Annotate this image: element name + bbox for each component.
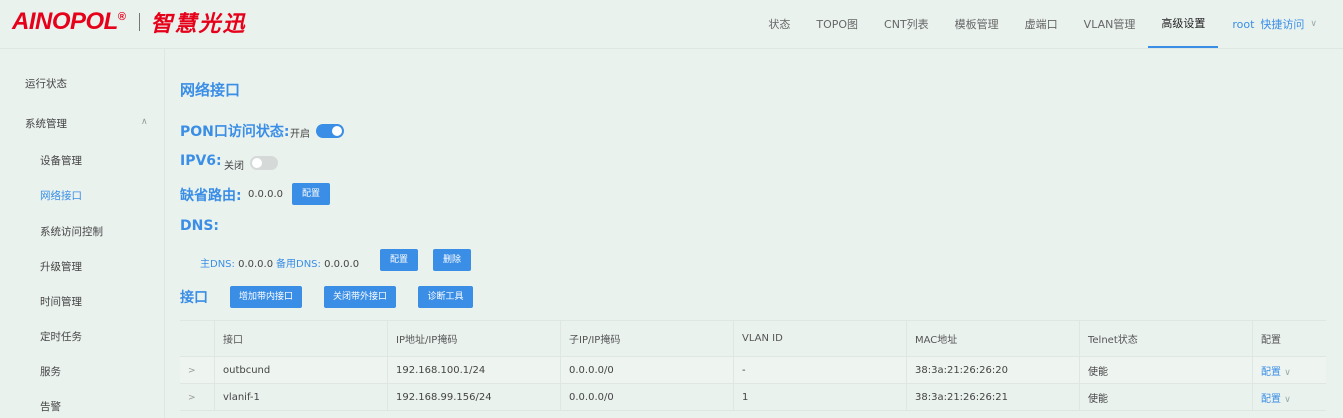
table-row: > vlanif-1 192.168.99.156/24 0.0.0.0/0 1… (180, 383, 1326, 411)
interfaces-table: 接口 IP地址/IP掩码 子IP/IP掩码 VLAN ID MAC地址 Teln… (180, 320, 1326, 411)
cell-interface: outbcund (214, 356, 388, 384)
page-title: 网络接口 (180, 81, 241, 99)
cell-sub-ip: 0.0.0.0/0 (560, 383, 734, 411)
logo-chinese-text: 智慧光迅 (150, 11, 247, 37)
add-inband-interface-button[interactable]: 增加带内接口 (230, 286, 302, 308)
cell-vlan: 1 (733, 383, 907, 411)
header-expand (180, 320, 215, 357)
nav-status[interactable]: 状态 (755, 1, 803, 47)
top-nav: 状态 TOPO图 CNT列表 模板管理 虚端口 VLAN管理 高级设置 root… (755, 0, 1317, 48)
cell-telnet: 使能 (1079, 356, 1253, 384)
row-expand[interactable]: > (180, 356, 215, 384)
header-vlan-id: VLAN ID (733, 320, 907, 357)
sidebar-item-network-interface[interactable]: 网络接口 (40, 188, 82, 203)
logo-text: AINOPOL® (12, 8, 126, 35)
chevron-right-icon[interactable]: > (188, 366, 196, 376)
close-outband-interface-button[interactable]: 关闭带外接口 (324, 286, 396, 308)
table-row: > outbcund 192.168.100.1/24 0.0.0.0/0 - … (180, 356, 1326, 384)
nav-topo[interactable]: TOPO图 (803, 1, 871, 47)
nav-cnt-list[interactable]: CNT列表 (871, 1, 942, 47)
diagnostic-tools-button[interactable]: 诊断工具 (418, 286, 473, 308)
toggle-knob (252, 158, 262, 168)
config-link[interactable]: 配置 (1261, 394, 1281, 405)
secondary-dns-label: 备用DNS: (276, 259, 321, 270)
chevron-down-icon: ∨ (1310, 19, 1317, 29)
nav-vlan-management[interactable]: VLAN管理 (1071, 1, 1149, 47)
nav-advanced-settings[interactable]: 高级设置 (1148, 0, 1219, 48)
cell-ip: 192.168.99.156/24 (387, 383, 561, 411)
ipv6-toggle[interactable] (250, 156, 278, 170)
sidebar-item-services[interactable]: 服务 (40, 364, 61, 379)
top-bar: AINOPOL® 智慧光迅 状态 TOPO图 CNT列表 模板管理 虚端口 VL… (0, 0, 1343, 49)
nav-template-management[interactable]: 模板管理 (942, 1, 1012, 47)
header-config: 配置 (1252, 320, 1326, 357)
sidebar-item-running-status[interactable]: 运行状态 (25, 76, 67, 91)
chevron-down-icon[interactable]: ∨ (1284, 395, 1291, 405)
brand-logo[interactable]: AINOPOL® 智慧光迅 (12, 7, 246, 37)
ipv6-label: IPV6: (180, 153, 222, 169)
default-route-label: 缺省路由: (180, 188, 242, 204)
default-route-value: 0.0.0.0 (248, 189, 283, 200)
cell-interface: vlanif-1 (214, 383, 388, 411)
sidebar-item-scheduled-tasks[interactable]: 定时任务 (40, 329, 82, 344)
secondary-dns-value: 0.0.0.0 (324, 259, 360, 270)
cell-telnet: 使能 (1079, 383, 1253, 411)
sidebar-item-device-management[interactable]: 设备管理 (40, 153, 82, 168)
table-header-row: 接口 IP地址/IP掩码 子IP/IP掩码 VLAN ID MAC地址 Teln… (180, 320, 1326, 357)
logo-divider (139, 13, 141, 31)
interfaces-label: 接口 (180, 290, 208, 306)
pon-access-state: 开启 (290, 129, 310, 140)
sidebar-item-system-management[interactable]: 系统管理 (25, 116, 67, 131)
sidebar-item-time-management[interactable]: 时间管理 (40, 294, 82, 309)
primary-dns-label: 主DNS: (200, 259, 235, 270)
primary-dns: 主DNS: 0.0.0.0 (200, 255, 273, 270)
cell-vlan: - (733, 356, 907, 384)
cell-config[interactable]: 配置 ∨ (1252, 356, 1326, 384)
sidebar-item-upgrade-management[interactable]: 升级管理 (40, 259, 82, 274)
cell-config[interactable]: 配置 ∨ (1252, 383, 1326, 411)
config-link[interactable]: 配置 (1261, 367, 1281, 378)
ipv6-state: 关闭 (224, 161, 244, 172)
primary-dns-value: 0.0.0.0 (238, 259, 274, 270)
chevron-right-icon[interactable]: > (188, 393, 196, 403)
dns-label: DNS: (180, 218, 220, 234)
sidebar: 运行状态 系统管理 设备管理 网络接口 系统访问控制 升级管理 时间管理 定时任… (0, 49, 165, 418)
quick-access-menu[interactable]: 快捷访问 ∨ (1260, 16, 1317, 32)
quick-access-label: 快捷访问 (1260, 18, 1305, 31)
header-telnet-status: Telnet状态 (1079, 320, 1253, 357)
pon-access-label: PON口访问状态: (180, 124, 290, 140)
default-route-config-button[interactable]: 配置 (292, 183, 330, 205)
secondary-dns: 备用DNS: 0.0.0.0 (276, 255, 359, 270)
chevron-up-icon[interactable]: ∧ (141, 117, 148, 127)
chevron-down-icon[interactable]: ∨ (1284, 368, 1291, 378)
sidebar-item-system-access-control[interactable]: 系统访问控制 (40, 224, 103, 239)
dns-config-button[interactable]: 配置 (380, 249, 418, 271)
dns-delete-button[interactable]: 删除 (433, 249, 471, 271)
cell-ip: 192.168.100.1/24 (387, 356, 561, 384)
header-sub-ip-mask: 子IP/IP掩码 (560, 320, 734, 357)
cell-mac: 38:3a:21:26:26:21 (906, 383, 1080, 411)
header-ip-mask: IP地址/IP掩码 (387, 320, 561, 357)
sidebar-item-alarms[interactable]: 告警 (40, 399, 61, 414)
toggle-knob (332, 126, 342, 136)
cell-mac: 38:3a:21:26:26:20 (906, 356, 1080, 384)
row-expand[interactable]: > (180, 383, 215, 411)
header-mac-address: MAC地址 (906, 320, 1080, 357)
pon-access-toggle[interactable] (316, 124, 344, 138)
nav-virtual-port[interactable]: 虚端口 (1012, 1, 1071, 47)
header-interface: 接口 (214, 320, 388, 357)
user-name[interactable]: root (1218, 18, 1260, 31)
cell-sub-ip: 0.0.0.0/0 (560, 356, 734, 384)
